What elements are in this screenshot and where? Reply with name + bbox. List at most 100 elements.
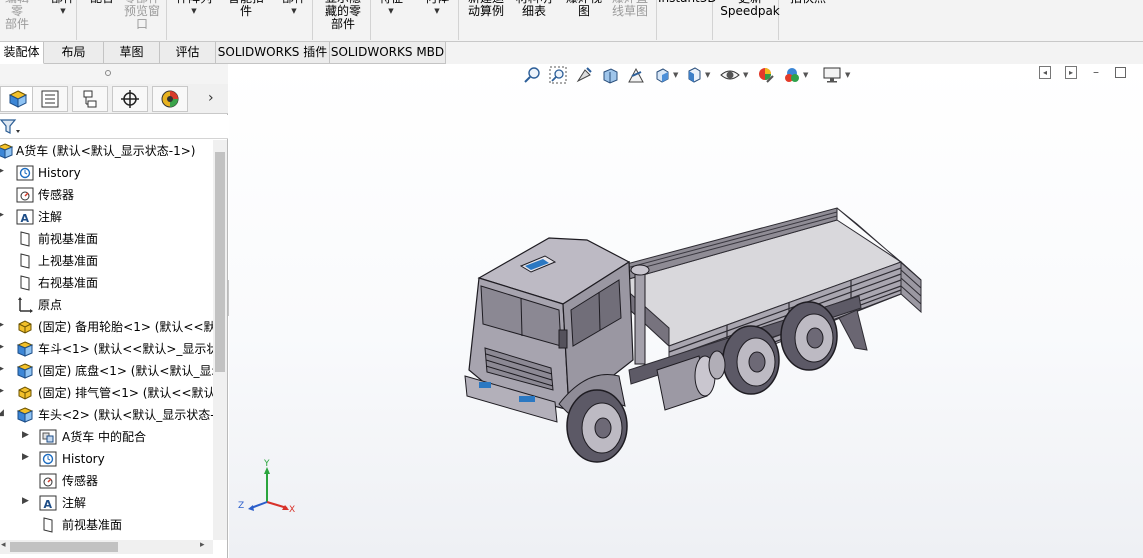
ribbon-dropdown-icon[interactable]: ▼ [48, 7, 78, 16]
view-orientation-button[interactable] [651, 64, 673, 86]
expand-icon[interactable]: ▶ [22, 496, 29, 506]
ribbon-button-13[interactable]: 爆炸直 线草图 [608, 0, 652, 18]
tree-item[interactable]: 传感器 [0, 184, 213, 206]
expand-icon[interactable]: ▶ [22, 452, 29, 462]
apply-scene-button[interactable] [781, 64, 803, 86]
tree-item[interactable]: 传感器 [0, 470, 213, 492]
ribbon-button-16[interactable]: 拍快照 [784, 0, 832, 5]
edit-appearance-button[interactable] [755, 64, 777, 86]
tree-item[interactable]: 上视基准面 [0, 250, 213, 272]
view-settings-button[interactable] [821, 64, 843, 86]
zoom-to-area-button[interactable] [547, 64, 569, 86]
ribbon-button-5[interactable]: 智能扣 件 [224, 0, 268, 18]
display-style-button[interactable] [683, 64, 705, 86]
tree-item[interactable]: 前视基准面 [0, 228, 213, 250]
expand-icon[interactable]: ▶ [0, 342, 4, 352]
assembly-icon [16, 362, 34, 380]
ribbon-dropdown-icon[interactable]: ▼ [172, 7, 216, 16]
view-settings-dropdown-icon[interactable]: ▼ [845, 71, 850, 79]
tree-item[interactable]: 前视基准面 [0, 514, 213, 536]
maximize-icon[interactable] [1115, 67, 1126, 78]
minimize-icon[interactable]: – [1093, 66, 1099, 78]
command-tab-4[interactable]: SOLIDWORKS 插件 [216, 42, 330, 64]
ribbon-dropdown-icon[interactable]: ▼ [376, 7, 406, 16]
horizontal-scrollbar[interactable]: ◂ ▸ [0, 540, 213, 554]
tree-item[interactable]: ▶ A 注解 [0, 206, 213, 228]
monitor-icon [823, 67, 841, 83]
ribbon-button-0[interactable]: 编辑零 部件 [0, 0, 34, 31]
tree-item[interactable]: 原点 [0, 294, 213, 316]
tree-item[interactable]: ▶ (固定) 底盘<1> (默认<默认_显示 [0, 360, 213, 382]
tree-item[interactable]: ▶ (固定) 排气管<1> (默认<<默认 [0, 382, 213, 404]
restore-left-icon[interactable]: ◂ [1039, 66, 1051, 79]
rear-wheel [780, 301, 838, 371]
scene-dropdown-icon[interactable]: ▼ [803, 71, 808, 79]
truck-3d-model[interactable] [459, 200, 959, 480]
view-orientation-dropdown-icon[interactable]: ▼ [673, 71, 678, 79]
dynamic-annotation-button[interactable] [625, 64, 647, 86]
ribbon-button-9[interactable]: 何体 ▼ [420, 0, 454, 16]
command-tab-0[interactable]: 装配体 [0, 42, 44, 64]
tab-property-manager[interactable] [32, 86, 68, 112]
ribbon-button-label: 更新 Speedpak [720, 0, 780, 18]
grip-dot-icon [105, 70, 111, 76]
tree-item[interactable]: 右视基准面 [0, 272, 213, 294]
ribbon-button-3[interactable]: 零部件 预览窗 口 [122, 0, 162, 31]
tree-item-label: 注解 [62, 496, 87, 510]
graphics-area[interactable]: ▼ ▼ ▼ ▼ ▼ ◂ ▸ – Y X Z [229, 64, 1143, 558]
vertical-scrollbar[interactable] [213, 140, 227, 540]
ribbon-button-15[interactable]: 更新 Speedpak [720, 0, 780, 18]
tree-item[interactable]: ▶ A货车 中的配合 [0, 426, 213, 448]
scroll-right-icon[interactable]: ▸ [200, 540, 205, 550]
tree-item[interactable]: ▶ History [0, 162, 213, 184]
tab-feature-manager[interactable] [0, 86, 36, 112]
expand-icon[interactable]: ▶ [0, 210, 4, 220]
display-manager-icon [161, 90, 179, 108]
command-tab-3[interactable]: 评估 [160, 42, 216, 64]
expand-icon[interactable]: ▶ [0, 320, 4, 330]
ribbon-button-12[interactable]: 爆炸视 图 [562, 0, 606, 18]
expand-icon[interactable]: ▶ [22, 430, 29, 440]
tree-item[interactable]: ◢ 车头<2> (默认<默认_显示状态- [0, 404, 213, 426]
ribbon-button-8[interactable]: 特征 ▼ [376, 0, 406, 16]
section-view-button[interactable] [599, 64, 621, 86]
ribbon-button-4[interactable]: 件阵列 ▼ [172, 0, 216, 16]
hide-show-dropdown-icon[interactable]: ▼ [743, 71, 748, 79]
previous-view-button[interactable] [573, 64, 595, 86]
tree-item[interactable]: ▶ (固定) 备用轮胎<1> (默认<<默认 [0, 316, 213, 338]
tree-item[interactable]: ▶ A 注解 [0, 492, 213, 514]
tab-display-manager[interactable] [152, 86, 188, 112]
tab-configuration-manager[interactable] [72, 86, 108, 112]
ribbon-button-11[interactable]: 材料明 细表 [512, 0, 556, 18]
tab-dimxpert-manager[interactable] [112, 86, 148, 112]
expand-icon[interactable]: ▶ [0, 386, 4, 396]
tree-item[interactable]: ▶ 车斗<1> (默认<<默认>_显示状 [0, 338, 213, 360]
ribbon-button-6[interactable]: 部件 ▼ [280, 0, 308, 16]
horizontal-scroll-thumb[interactable] [10, 542, 118, 552]
display-style-dropdown-icon[interactable]: ▼ [705, 71, 710, 79]
vertical-scroll-thumb[interactable] [215, 152, 225, 372]
expand-icon[interactable]: ▶ [0, 166, 4, 176]
chevron-right-icon[interactable]: › [208, 90, 214, 106]
filter-icon[interactable] [0, 118, 22, 136]
ribbon-button-10[interactable]: 新建运 动算例 [464, 0, 508, 18]
panel-grip[interactable] [0, 64, 228, 84]
tree-root-assembly[interactable]: A货车 (默认<默认_显示状态-1>) [0, 140, 213, 162]
ribbon-button-2[interactable]: 配合 [88, 0, 116, 5]
command-tab-5[interactable]: SOLIDWORKS MBD [330, 42, 446, 64]
command-tab-2[interactable]: 草图 [104, 42, 160, 64]
restore-right-icon[interactable]: ▸ [1065, 66, 1077, 79]
ribbon-button-1[interactable]: 部件 ▼ [48, 0, 78, 16]
tree-item[interactable]: ▶ History [0, 448, 213, 470]
collapse-icon[interactable]: ◢ [0, 408, 4, 418]
ribbon-button-14[interactable]: Instant3D [658, 0, 717, 5]
command-tab-1[interactable]: 布局 [44, 42, 104, 64]
hide-show-items-button[interactable] [719, 64, 741, 86]
ribbon-dropdown-icon[interactable]: ▼ [280, 7, 308, 16]
feature-manager-panel: › A货车 (默认<默认_显示状态-1>) ▶ History 传感器 ▶ A 注解 前视基准… [0, 64, 228, 558]
expand-icon[interactable]: ▶ [0, 364, 4, 374]
ribbon-button-7[interactable]: 显示隐 藏的零 部件 [320, 0, 366, 31]
ribbon-dropdown-icon[interactable]: ▼ [420, 7, 454, 16]
scroll-left-icon[interactable]: ◂ [1, 540, 6, 550]
zoom-to-fit-button[interactable] [521, 64, 543, 86]
